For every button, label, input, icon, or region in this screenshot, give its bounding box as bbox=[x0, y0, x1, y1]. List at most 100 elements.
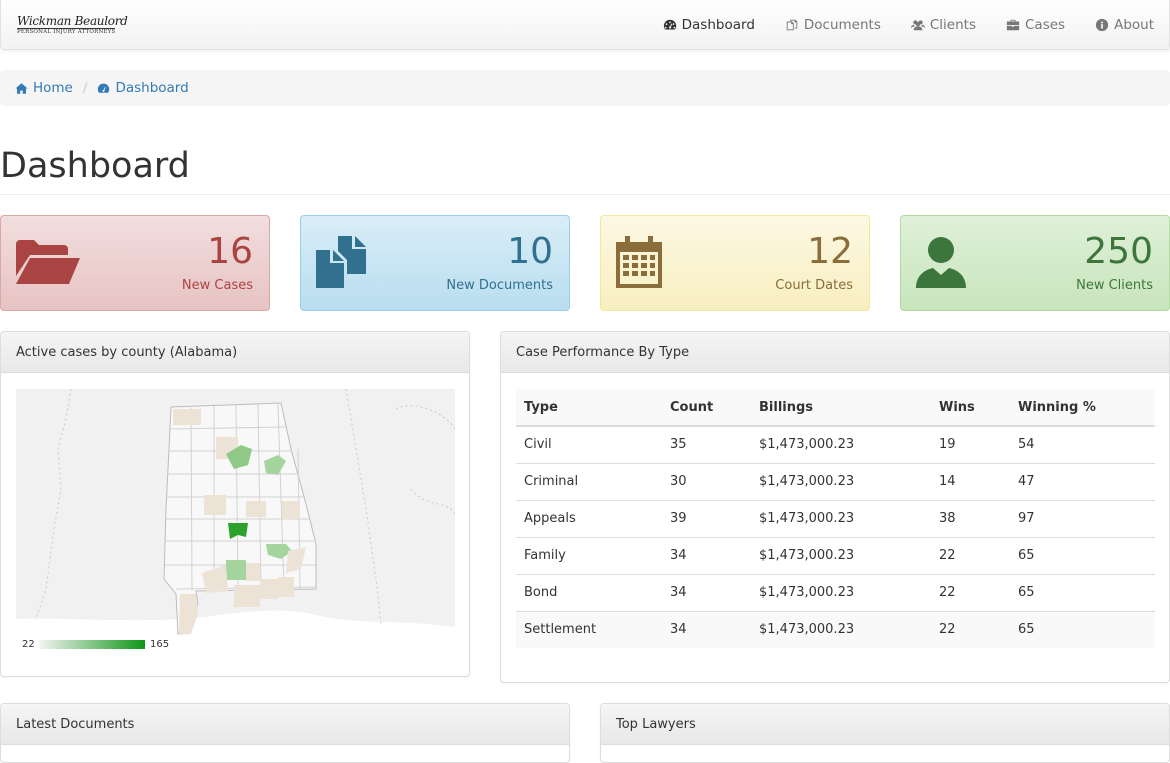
cell-type: Settlement bbox=[516, 610, 662, 648]
cell-count: 34 bbox=[662, 573, 751, 611]
legend-min-value: 22 bbox=[22, 639, 35, 650]
legend-max-value: 165 bbox=[150, 639, 170, 650]
top-navbar: Wickman Beaulord PERSONAL INJURY ATTORNE… bbox=[0, 0, 1170, 50]
cell-billings: $1,473,000.23 bbox=[751, 610, 931, 648]
stat-card-new-clients[interactable]: 250 New Clients bbox=[900, 215, 1170, 311]
column-header-winning-pct[interactable]: Winning % bbox=[1010, 389, 1155, 427]
users-icon bbox=[910, 20, 925, 31]
cell-billings: $1,473,000.23 bbox=[751, 573, 931, 611]
nav-label: Documents bbox=[803, 17, 881, 33]
documents-icon bbox=[786, 19, 798, 31]
legend-color-scale bbox=[39, 640, 145, 649]
stat-value: 16 bbox=[207, 231, 253, 272]
case-performance-panel: Case Performance By Type Type Count Bill… bbox=[500, 331, 1170, 683]
cell-winning-pct: 65 bbox=[1010, 610, 1155, 648]
nav-item-cases[interactable]: Cases bbox=[991, 0, 1080, 50]
user-icon bbox=[916, 237, 966, 288]
breadcrumb-home[interactable]: Home bbox=[15, 80, 73, 96]
cell-type: Appeals bbox=[516, 499, 662, 537]
cell-wins: 22 bbox=[931, 573, 1010, 611]
cell-billings: $1,473,000.23 bbox=[751, 499, 931, 537]
stat-label: New Clients bbox=[1076, 278, 1153, 293]
stat-value: 250 bbox=[1084, 231, 1153, 272]
map-drawing bbox=[16, 389, 455, 660]
brand-name: Wickman Beaulord bbox=[17, 14, 128, 28]
cell-winning-pct: 65 bbox=[1010, 573, 1155, 611]
cell-wins: 14 bbox=[931, 462, 1010, 500]
cell-wins: 22 bbox=[931, 536, 1010, 574]
cell-wins: 22 bbox=[931, 610, 1010, 648]
stat-label: New Documents bbox=[446, 278, 553, 293]
top-lawyers-title: Top Lawyers bbox=[601, 704, 1169, 745]
cell-type: Family bbox=[516, 536, 662, 574]
breadcrumb-separator: / bbox=[82, 80, 88, 96]
stat-value: 10 bbox=[507, 231, 553, 272]
column-header-type[interactable]: Type bbox=[516, 389, 662, 427]
table-row: Family 34 $1,473,000.23 22 65 bbox=[516, 536, 1155, 574]
stat-card-new-documents[interactable]: 10 New Documents bbox=[300, 215, 570, 311]
breadcrumb: Home / Dashboard bbox=[0, 70, 1170, 106]
calendar-icon bbox=[616, 236, 662, 288]
nav-label: Clients bbox=[929, 17, 976, 33]
cell-winning-pct: 97 bbox=[1010, 499, 1155, 537]
table-row: Bond 34 $1,473,000.23 22 65 bbox=[516, 573, 1155, 611]
column-header-count[interactable]: Count bbox=[662, 389, 751, 427]
nav-item-about[interactable]: About bbox=[1080, 0, 1169, 50]
nav-item-dashboard[interactable]: Dashboard bbox=[648, 0, 770, 50]
nav-item-clients[interactable]: Clients bbox=[896, 0, 991, 50]
breadcrumb-dashboard[interactable]: Dashboard bbox=[97, 80, 189, 96]
table-header-row: Type Count Billings Wins Winning % bbox=[516, 389, 1155, 427]
latest-documents-panel: Latest Documents bbox=[0, 703, 570, 763]
table-row: Appeals 39 $1,473,000.23 38 97 bbox=[516, 499, 1155, 537]
cell-count: 35 bbox=[662, 425, 751, 463]
main-nav: Dashboard Documents Clients Cases About bbox=[648, 0, 1169, 50]
dashboard-icon bbox=[98, 83, 110, 93]
table-row: Criminal 30 $1,473,000.23 14 47 bbox=[516, 462, 1155, 500]
brand-logo[interactable]: Wickman Beaulord PERSONAL INJURY ATTORNE… bbox=[17, 14, 128, 38]
page-title: Dashboard bbox=[0, 146, 190, 186]
nav-item-documents[interactable]: Documents bbox=[770, 0, 896, 50]
stat-label: Court Dates bbox=[775, 278, 853, 293]
stat-label: New Cases bbox=[181, 278, 253, 293]
latest-documents-title: Latest Documents bbox=[1, 704, 569, 745]
performance-table: Type Count Billings Wins Winning % Civil… bbox=[516, 389, 1155, 648]
map-panel: Active cases by county (Alabama) 22 165 bbox=[0, 331, 470, 677]
county-geo-map[interactable]: 22 165 bbox=[16, 389, 455, 660]
files-icon bbox=[316, 236, 366, 288]
cell-type: Civil bbox=[516, 425, 662, 463]
cell-count: 34 bbox=[662, 610, 751, 648]
nav-label: Cases bbox=[1025, 17, 1066, 33]
cell-billings: $1,473,000.23 bbox=[751, 536, 931, 574]
cell-count: 34 bbox=[662, 536, 751, 574]
cell-count: 30 bbox=[662, 462, 751, 500]
cell-winning-pct: 47 bbox=[1010, 462, 1155, 500]
cell-type: Bond bbox=[516, 573, 662, 611]
table-row: Settlement 34 $1,473,000.23 22 65 bbox=[516, 610, 1155, 648]
cell-type: Criminal bbox=[516, 462, 662, 500]
nav-label: About bbox=[1114, 17, 1154, 33]
title-divider bbox=[0, 194, 1170, 195]
performance-panel-title: Case Performance By Type bbox=[501, 332, 1169, 373]
brand-subtitle: PERSONAL INJURY ATTORNEYS bbox=[17, 29, 116, 35]
breadcrumb-label: Home bbox=[33, 80, 73, 96]
cell-wins: 38 bbox=[931, 499, 1010, 537]
cell-wins: 19 bbox=[931, 425, 1010, 463]
county-shaded bbox=[226, 560, 246, 580]
dashboard-icon bbox=[663, 19, 676, 30]
cell-winning-pct: 65 bbox=[1010, 536, 1155, 574]
home-icon bbox=[15, 82, 28, 94]
column-header-billings[interactable]: Billings bbox=[751, 389, 931, 427]
cell-billings: $1,473,000.23 bbox=[751, 425, 931, 463]
cell-winning-pct: 54 bbox=[1010, 425, 1155, 463]
stat-card-new-cases[interactable]: 16 New Cases bbox=[0, 215, 270, 311]
briefcase-icon bbox=[1006, 19, 1020, 31]
nav-label: Dashboard bbox=[681, 17, 755, 33]
stat-value: 12 bbox=[807, 231, 853, 272]
stat-card-court-dates[interactable]: 12 Court Dates bbox=[600, 215, 870, 311]
map-panel-title: Active cases by county (Alabama) bbox=[1, 332, 469, 373]
column-header-wins[interactable]: Wins bbox=[931, 389, 1010, 427]
top-lawyers-panel: Top Lawyers bbox=[600, 703, 1170, 763]
breadcrumb-label: Dashboard bbox=[115, 80, 189, 96]
folder-open-icon bbox=[16, 240, 80, 284]
info-icon bbox=[1095, 18, 1109, 32]
